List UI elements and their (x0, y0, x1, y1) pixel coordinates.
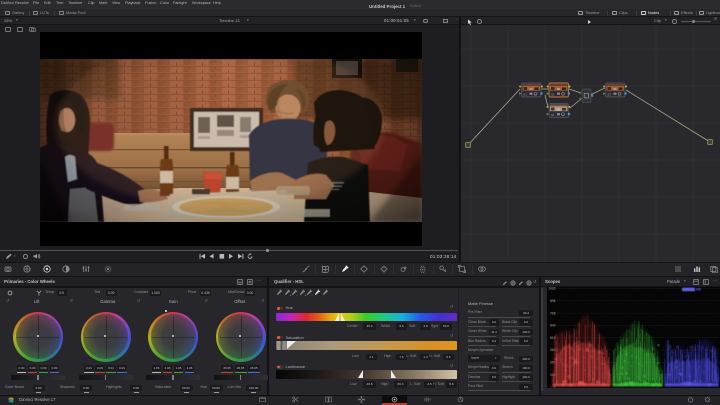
svg-text:01: 01 (524, 92, 528, 96)
svg-text:1023: 1023 (548, 287, 555, 291)
svg-text:04: 04 (551, 113, 555, 117)
svg-text:02: 02 (551, 92, 555, 96)
svg-text:03: 03 (608, 92, 612, 96)
